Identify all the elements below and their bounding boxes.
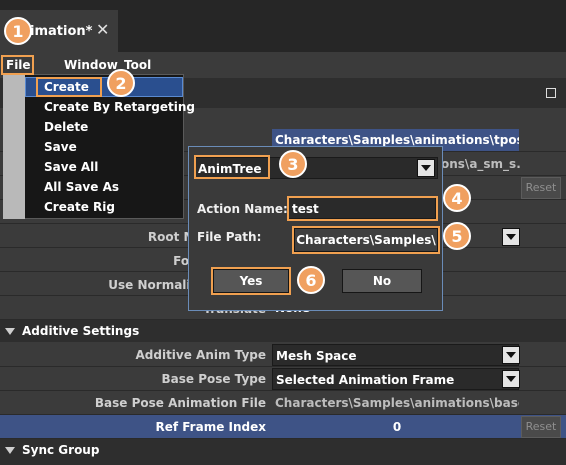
file-path-label: File Path: bbox=[197, 230, 262, 244]
collapse-triangle-icon bbox=[5, 328, 15, 335]
reset-button[interactable]: Reset bbox=[521, 416, 561, 438]
section-title: Sync Group bbox=[22, 443, 100, 457]
menu-item-create-rig[interactable]: Create Rig bbox=[44, 200, 115, 214]
callout-6: 6 bbox=[297, 266, 325, 294]
file-menu-icon-strip bbox=[3, 74, 25, 219]
menu-item-create-by-retargeting[interactable]: Create By Retargeting bbox=[44, 100, 195, 114]
create-highlight bbox=[36, 77, 102, 97]
property-value-2[interactable]: ons\a_sm_s... bbox=[438, 153, 520, 175]
no-button[interactable]: No bbox=[342, 269, 422, 293]
file-menu-highlight bbox=[1, 55, 34, 75]
section-additive-settings[interactable]: Additive Settings bbox=[0, 320, 566, 342]
chevron-down-icon[interactable] bbox=[502, 228, 520, 246]
ref-frame-index-value[interactable]: 0 bbox=[272, 416, 519, 438]
menu-item-delete[interactable]: Delete bbox=[44, 120, 88, 134]
callout-3: 3 bbox=[279, 150, 307, 178]
type-highlight bbox=[194, 155, 270, 179]
pin-icon[interactable] bbox=[546, 88, 556, 98]
close-icon[interactable]: ✕ bbox=[96, 20, 109, 39]
collapse-triangle-icon bbox=[5, 447, 15, 454]
chevron-down-icon[interactable] bbox=[502, 370, 520, 388]
ref-frame-index-label: Ref Frame Index bbox=[155, 420, 266, 434]
base-pose-animation-file-label: Base Pose Animation File bbox=[94, 396, 266, 410]
additive-anim-type-label: Additive Anim Type bbox=[135, 348, 266, 362]
additive-anim-type-value[interactable]: Mesh Space bbox=[272, 344, 519, 366]
menu-tool[interactable]: Tool bbox=[124, 58, 151, 72]
tab-title: imation* bbox=[30, 24, 93, 39]
base-pose-animation-file-value[interactable]: Characters\Samples\animations\base_s... bbox=[272, 392, 519, 414]
section-sync-group[interactable]: Sync Group bbox=[0, 439, 566, 465]
reset-button[interactable]: Reset bbox=[521, 177, 561, 199]
menu-window[interactable]: Window bbox=[64, 58, 118, 72]
menu-item-save-all[interactable]: Save All bbox=[44, 160, 98, 174]
action-name-highlight bbox=[287, 196, 438, 221]
callout-4: 4 bbox=[443, 184, 471, 212]
callout-2: 2 bbox=[107, 69, 135, 97]
action-name-label: Action Name: bbox=[197, 202, 288, 216]
base-pose-type-value[interactable]: Selected Animation Frame bbox=[272, 368, 519, 390]
chevron-down-icon[interactable] bbox=[502, 346, 520, 364]
base-pose-type-label: Base Pose Type bbox=[161, 372, 266, 386]
callout-5: 5 bbox=[443, 222, 471, 250]
section-title: Additive Settings bbox=[22, 324, 140, 338]
menu-item-all-save-as[interactable]: All Save As bbox=[44, 180, 119, 194]
callout-1: 1 bbox=[4, 17, 32, 45]
file-path-highlight bbox=[292, 226, 440, 254]
chevron-down-icon[interactable] bbox=[417, 159, 435, 177]
yes-highlight bbox=[211, 267, 291, 295]
menu-item-save[interactable]: Save bbox=[44, 140, 77, 154]
